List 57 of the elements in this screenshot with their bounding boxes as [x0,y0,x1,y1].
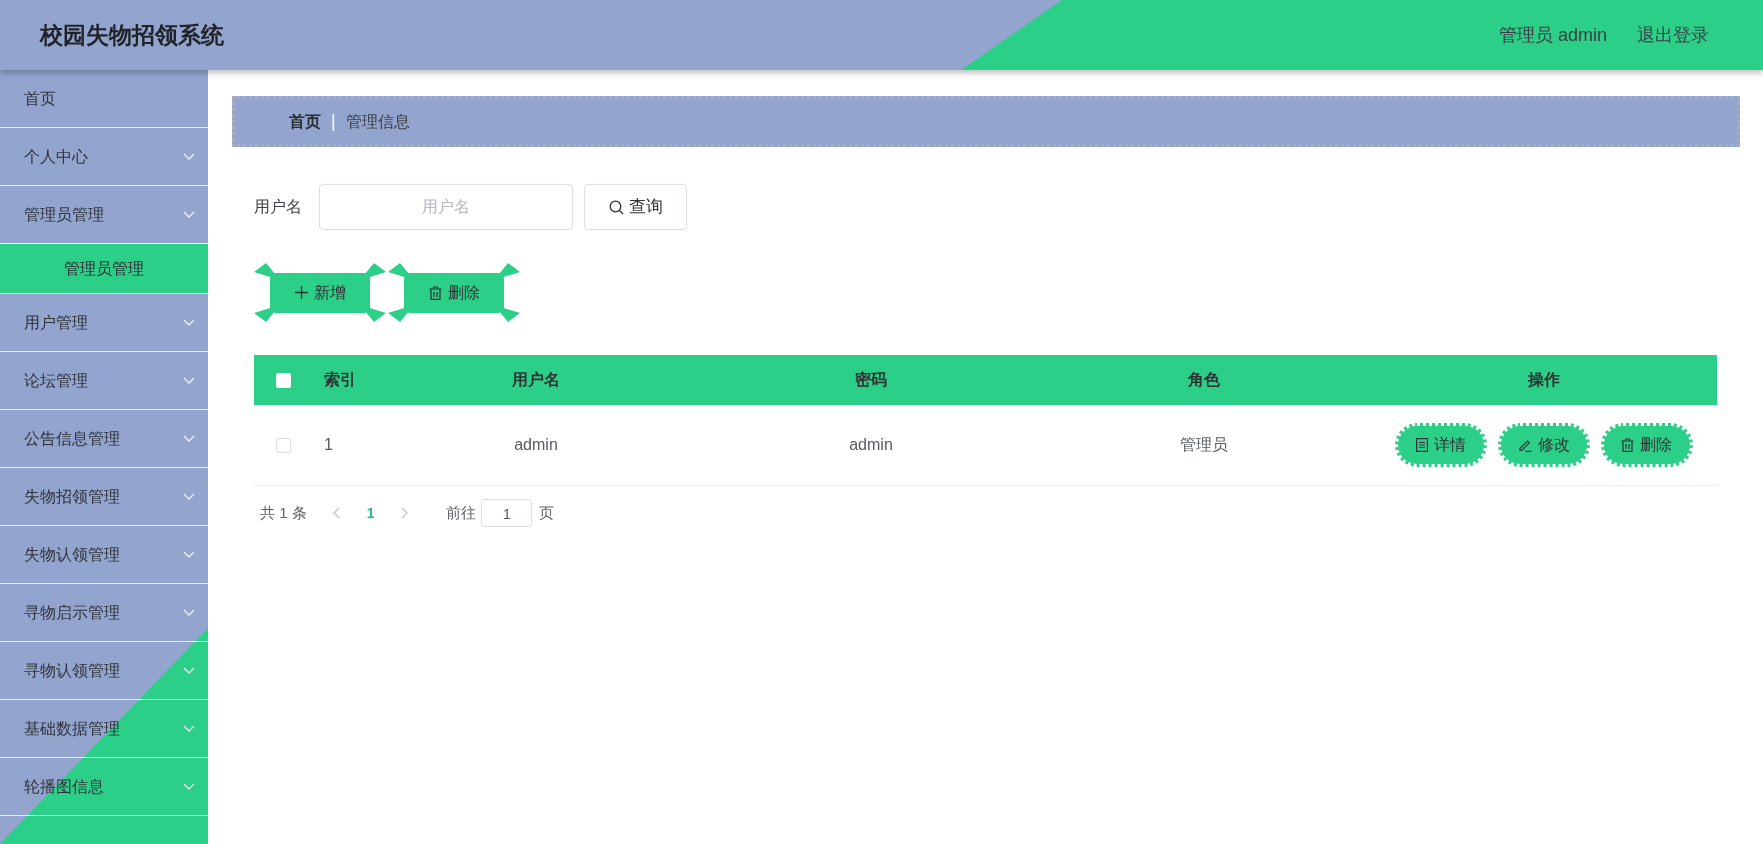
document-icon [1415,438,1428,452]
chevron-right-icon[interactable] [401,507,409,519]
chevron-down-icon [183,319,195,326]
table-cell-text: 管理员 [1180,435,1228,455]
chevron-down-icon [183,153,195,160]
total-count: 共 1 条 [260,502,307,523]
table-cell-text: admin [849,435,893,455]
chevron-down-icon [183,435,195,442]
trash-icon [428,285,442,300]
edit-button[interactable]: 修改 [1497,423,1590,467]
column-header: 密码 [855,370,887,390]
trash-icon [1621,438,1634,452]
column-header: 用户名 [512,370,560,390]
page-suffix: 页 [539,502,555,523]
menu-group[interactable]: 用户管理 [0,294,208,352]
menu-group[interactable]: 失物招领管理 [0,468,208,526]
search-label: 用户名 [254,197,302,217]
menu-item[interactable]: 首页 [0,70,208,128]
table-cell-text: admin [514,435,558,455]
menu-group[interactable]: 寻物启示管理 [0,584,208,642]
breadcrumb-link[interactable]: 首页 [289,109,321,134]
menu-group[interactable]: 公告信息管理 [0,410,208,468]
chevron-left-icon[interactable] [332,507,340,519]
submenu-item[interactable]: 管理员管理 [0,244,208,294]
user-label: 管理员 admin [1498,23,1607,47]
chevron-down-icon [183,783,195,790]
checkbox[interactable] [275,437,291,453]
menu-group[interactable]: 论坛管理 [0,352,208,410]
column-header: 索引 [324,370,356,390]
menu-group[interactable]: 轮播图信息 [0,758,208,816]
search-button[interactable]: 查询 [584,184,687,230]
chevron-down-icon [183,551,195,558]
menu-group[interactable]: 寻物认领管理 [0,642,208,700]
details-button[interactable]: 详情 [1394,423,1487,467]
checkbox[interactable] [275,372,291,388]
chevron-down-icon [183,725,195,732]
menu-group[interactable]: 失物认领管理 [0,526,208,584]
goto-label: 前往 [446,502,477,523]
delete-button[interactable]: 删除 [1600,423,1693,467]
table-cell-text: 1 [324,435,333,455]
search-icon [608,199,624,215]
chevron-down-icon [183,609,195,616]
username-input[interactable]: 用户名 [319,184,573,230]
chevron-down-icon [183,493,195,500]
chevron-down-icon [183,377,195,384]
plus-icon [294,286,308,299]
menu-group[interactable]: 个人中心 [0,128,208,186]
breadcrumb-current-page: 管理信息 [345,111,410,132]
column-header: 操作 [1527,370,1560,390]
breadcrumb-separator: | [331,110,336,133]
pencil-icon [1517,438,1532,452]
column-header: 角色 [1188,370,1220,390]
chevron-down-icon [183,667,195,674]
app-title: 校园失物招领系统 [40,20,224,50]
logout-link[interactable]: 退出登录 [1637,21,1709,49]
chevron-down-icon [183,211,195,218]
page-input[interactable]: 1 [481,499,533,527]
